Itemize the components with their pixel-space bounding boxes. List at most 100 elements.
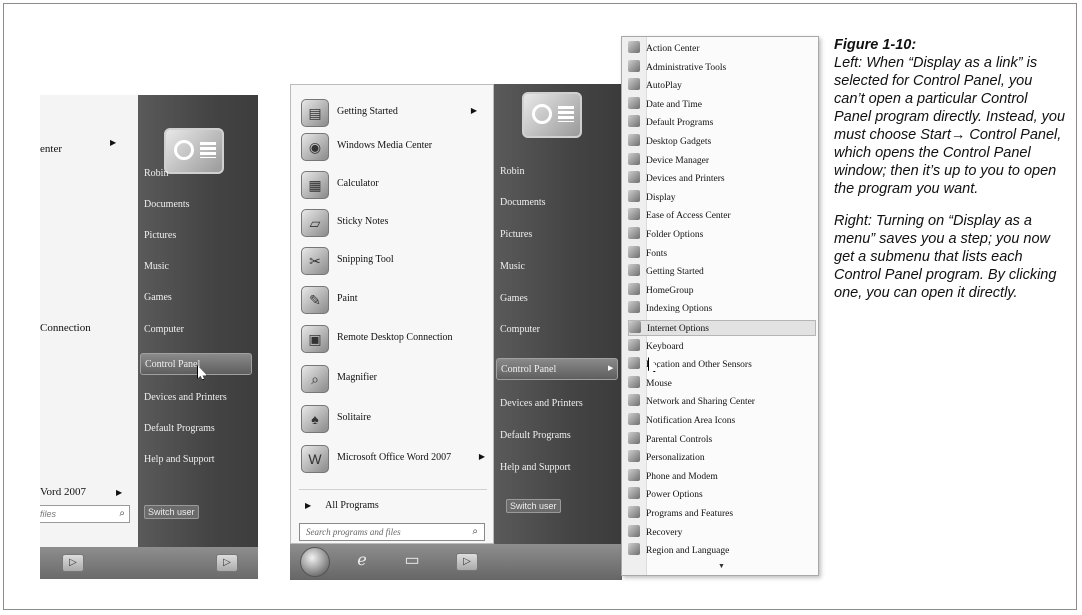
control-panel-submenu: Action Center Administrative Tools AutoPla… <box>621 36 819 576</box>
control-panel-item[interactable]: Date and Time <box>628 96 816 113</box>
control-panel-item[interactable]: Region and Language <box>628 543 816 559</box>
control-panel-item-label: Internet Options <box>647 324 710 334</box>
control-panel-item[interactable]: AutoPlay <box>628 78 816 94</box>
start-orb-button[interactable] <box>300 547 330 577</box>
control-panel-item[interactable]: Devices and Printers <box>628 171 816 187</box>
search-icon[interactable]: ⌕ <box>472 526 478 537</box>
submenu-arrow-icon: ▶ <box>116 488 123 497</box>
search-icon[interactable]: ⌕ <box>119 508 125 519</box>
scroll-down-icon[interactable]: ▼ <box>718 563 725 570</box>
control-panel-item-label: Keyboard <box>646 341 684 352</box>
program-item-remote-desktop[interactable]: ▣ Remote Desktop Connection <box>301 323 491 357</box>
program-item-calculator[interactable]: ▦ Calculator <box>301 169 491 203</box>
control-panel-item[interactable]: Default Programs <box>628 115 816 131</box>
control-panel-item[interactable]: Notification Area Icons <box>628 413 816 429</box>
left-search-input[interactable]: files ⌕ <box>40 505 130 523</box>
all-programs-button[interactable]: ▶ All Programs <box>305 500 379 511</box>
control-panel-item[interactable]: Fonts <box>628 245 816 262</box>
taskbar-button[interactable]: ▷ <box>62 554 84 572</box>
folder-icon[interactable]: ▭ <box>400 550 424 572</box>
side-item-default-programs[interactable]: Default Programs <box>500 430 571 441</box>
control-panel-item[interactable]: Administrative Tools <box>628 59 816 76</box>
all-programs-label: All Programs <box>325 500 379 511</box>
control-panel-item[interactable]: Programs and Features <box>628 506 816 522</box>
control-panel-item[interactable]: Mouse <box>628 375 816 392</box>
side-item-control-panel[interactable]: Control Panel <box>496 358 618 380</box>
side-item-games[interactable]: Games <box>144 292 172 303</box>
user-picture-avatar[interactable] <box>522 92 582 138</box>
control-panel-item-icon <box>628 96 640 109</box>
control-panel-item[interactable]: Network and Sharing Center <box>628 394 816 410</box>
switch-user-button[interactable]: Switch user <box>144 505 199 519</box>
left-taskbar: ▷ ▷ <box>40 547 258 579</box>
program-item-snipping-tool[interactable]: ✂ Snipping Tool <box>301 245 491 279</box>
control-panel-item[interactable]: Keyboard <box>628 338 816 355</box>
magnifier-icon: ⌕ <box>301 365 329 393</box>
control-panel-item[interactable]: Ease of Access Center <box>628 208 816 224</box>
control-panel-item[interactable]: Power Options <box>628 487 816 503</box>
side-item-default-programs[interactable]: Default Programs <box>144 423 215 434</box>
figure-label: Figure 1-10: <box>834 37 917 53</box>
side-item-documents[interactable]: Documents <box>500 197 546 208</box>
side-item-documents[interactable]: Documents <box>144 199 190 210</box>
side-item-pictures[interactable]: Pictures <box>500 229 532 240</box>
side-item-music[interactable]: Music <box>144 261 169 272</box>
side-item-user[interactable]: Robin <box>144 168 168 179</box>
control-panel-item[interactable]: Parental Controls <box>628 431 816 448</box>
control-panel-item[interactable]: Recovery <box>628 524 816 541</box>
control-panel-item-label: Date and Time <box>646 99 702 110</box>
side-item-games[interactable]: Games <box>500 293 528 304</box>
control-panel-item-label: Action Center <box>646 44 700 54</box>
control-panel-item[interactable]: Desktop Gadgets <box>628 134 816 150</box>
scissors-icon: ✂ <box>301 247 329 275</box>
side-item-control-panel[interactable]: Control Panel <box>140 353 252 375</box>
control-panel-item-label: Devices and Printers <box>646 174 725 185</box>
program-item-solitaire[interactable]: ♠ Solitaire <box>301 403 491 437</box>
side-item-devices-printers[interactable]: Devices and Printers <box>144 392 227 403</box>
side-item-computer[interactable]: Computer <box>144 324 184 335</box>
taskbar-button[interactable]: ▷ <box>216 554 238 572</box>
start-menu-programs-pane: ▤ Getting Started ▶ ◉ Windows Media Cent… <box>290 84 494 544</box>
program-item-magnifier[interactable]: ⌕ Magnifier <box>301 363 491 397</box>
control-panel-item[interactable]: Indexing Options <box>628 301 816 317</box>
user-picture-avatar[interactable] <box>164 128 224 174</box>
control-panel-item[interactable]: Device Manager <box>628 152 816 169</box>
control-panel-item[interactable]: HomeGroup <box>628 282 816 299</box>
control-panel-item[interactable]: Phone and Modem <box>628 468 816 485</box>
program-item-paint[interactable]: ✎ Paint <box>301 284 491 318</box>
control-panel-item-icon <box>628 41 640 53</box>
control-panel-item[interactable]: Getting Started <box>628 264 816 280</box>
side-item-user[interactable]: Robin <box>500 166 524 177</box>
cropped-program-item[interactable]: enter <box>40 143 62 155</box>
side-item-computer[interactable]: Computer <box>500 324 540 335</box>
side-item-music[interactable]: Music <box>500 261 525 272</box>
control-panel-item[interactable]: Folder Options <box>628 227 816 243</box>
cropped-program-item[interactable]: Connection <box>40 322 91 334</box>
control-panel-item[interactable]: Display <box>628 189 816 206</box>
switch-user-button[interactable]: Switch user <box>506 499 561 513</box>
internet-explorer-icon[interactable]: ℯ <box>350 550 374 572</box>
search-input[interactable]: Search programs and files ⌕ <box>299 523 485 541</box>
control-panel-item[interactable]: Internet Options <box>628 320 816 336</box>
control-panel-item[interactable]: Personalization <box>628 450 816 466</box>
control-panel-item[interactable]: Location and Other Sensors <box>628 357 816 373</box>
program-item-getting-started[interactable]: ▤ Getting Started ▶ <box>301 97 491 131</box>
program-label: Solitaire <box>337 412 371 423</box>
program-item-media-center[interactable]: ◉ Windows Media Center <box>301 131 491 165</box>
submenu-arrow-icon: ▶ <box>478 452 485 461</box>
control-panel-item-icon <box>628 59 640 72</box>
submenu-arrow-icon: ▶ <box>110 138 117 147</box>
side-item-pictures[interactable]: Pictures <box>144 230 176 241</box>
submenu-arrow-icon: ▶ <box>470 106 477 115</box>
side-item-help-support[interactable]: Help and Support <box>500 462 571 473</box>
control-panel-item-label: AutoPlay <box>646 81 682 92</box>
side-item-devices-printers[interactable]: Devices and Printers <box>500 398 583 409</box>
program-item-sticky-notes[interactable]: ▱ Sticky Notes <box>301 207 491 241</box>
control-panel-item-label: Display <box>646 192 676 203</box>
side-item-help-support[interactable]: Help and Support <box>144 454 215 465</box>
control-panel-item[interactable]: Action Center <box>628 41 816 57</box>
control-panel-item-label: Ease of Access Center <box>646 211 731 222</box>
program-item-word[interactable]: W Microsoft Office Word 2007 ▶ <box>301 443 491 477</box>
cropped-program-item[interactable]: Vord 2007 <box>40 486 86 498</box>
media-player-icon[interactable]: ▷ <box>456 553 478 571</box>
